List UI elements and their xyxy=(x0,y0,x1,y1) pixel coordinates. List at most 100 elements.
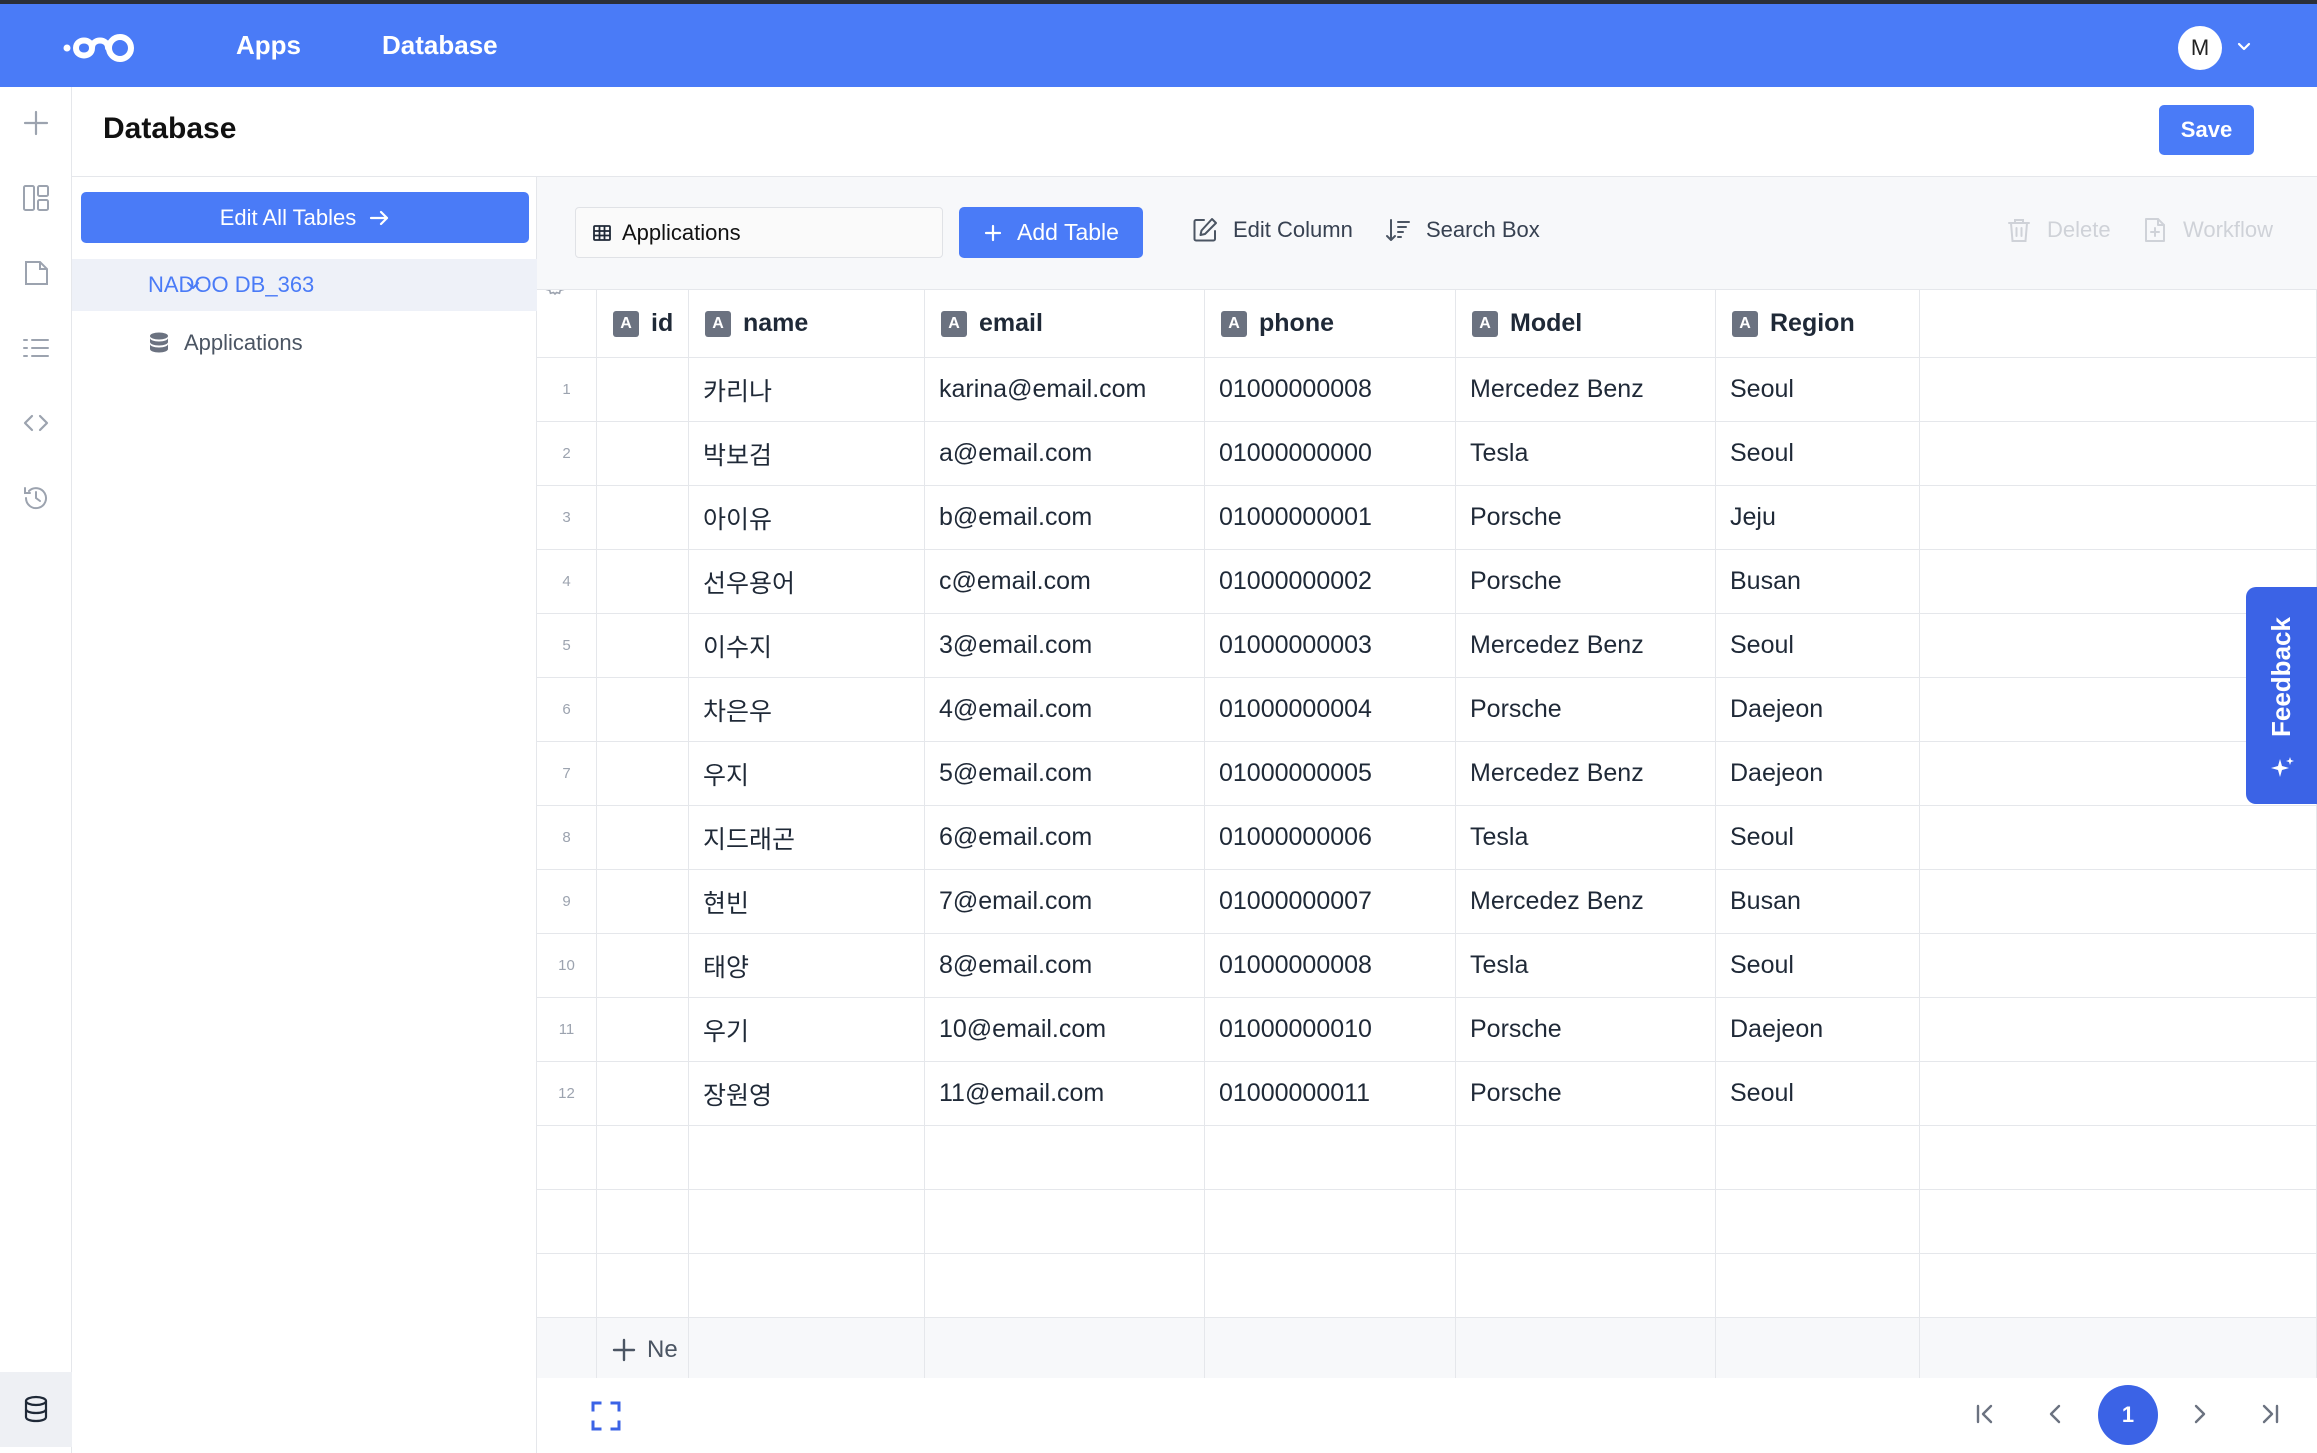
table-cell-region[interactable]: Seoul xyxy=(1716,1062,1920,1125)
history-icon[interactable] xyxy=(16,478,56,518)
table-cell-model[interactable]: Mercedez Benz xyxy=(1456,870,1716,933)
chevron-down-icon[interactable] xyxy=(184,276,202,294)
table-cell-id[interactable] xyxy=(597,998,689,1061)
plus-icon[interactable] xyxy=(16,103,56,143)
first-page-button[interactable] xyxy=(1965,1394,2005,1434)
fullscreen-icon[interactable] xyxy=(590,1400,622,1432)
table-cell-name[interactable]: 차은우 xyxy=(689,678,925,741)
table-cell-phone[interactable]: 01000000010 xyxy=(1205,998,1456,1061)
edit-all-tables-button[interactable]: Edit All Tables xyxy=(81,192,529,243)
table-cell-email[interactable]: 10@email.com xyxy=(925,998,1205,1061)
nav-apps[interactable]: Apps xyxy=(236,4,301,87)
table-cell-email[interactable]: 3@email.com xyxy=(925,614,1205,677)
column-header-model[interactable]: A Model xyxy=(1456,290,1716,357)
table-cell-id[interactable] xyxy=(597,678,689,741)
table-cell-region[interactable]: Seoul xyxy=(1716,934,1920,997)
table-cell-id[interactable] xyxy=(597,614,689,677)
table-cell-name[interactable]: 박보검 xyxy=(689,422,925,485)
workflow-button[interactable]: Workflow xyxy=(2141,216,2273,244)
table-cell-region[interactable]: Daejeon xyxy=(1716,742,1920,805)
column-header-region[interactable]: A Region xyxy=(1716,290,1920,357)
table-cell-model[interactable]: Tesla xyxy=(1456,806,1716,869)
table-cell-model[interactable]: Porsche xyxy=(1456,678,1716,741)
table-cell-id[interactable] xyxy=(597,486,689,549)
table-cell-email[interactable]: karina@email.com xyxy=(925,358,1205,421)
table-select[interactable]: Applications xyxy=(575,207,943,258)
table-cell-email[interactable]: a@email.com xyxy=(925,422,1205,485)
table-cell-phone[interactable]: 01000000006 xyxy=(1205,806,1456,869)
table-cell-model[interactable]: Porsche xyxy=(1456,550,1716,613)
code-icon[interactable] xyxy=(16,403,56,443)
edit-column-button[interactable]: Edit Column xyxy=(1191,216,1353,244)
table-cell-phone[interactable]: 01000000004 xyxy=(1205,678,1456,741)
last-page-button[interactable] xyxy=(2250,1394,2290,1434)
column-header-email[interactable]: Aemail xyxy=(925,290,1205,357)
table-cell-email[interactable]: 7@email.com xyxy=(925,870,1205,933)
database-icon[interactable] xyxy=(16,1389,56,1429)
table-cell-region[interactable]: Seoul xyxy=(1716,806,1920,869)
table-cell-model[interactable]: Tesla xyxy=(1456,934,1716,997)
column-header-id[interactable]: Aid xyxy=(597,290,689,357)
search-box-button[interactable]: Search Box xyxy=(1384,216,1540,244)
table-cell-name[interactable]: 이수지 xyxy=(689,614,925,677)
table-cell-region[interactable]: Daejeon xyxy=(1716,998,1920,1061)
avatar[interactable]: M xyxy=(2178,26,2222,70)
table-cell-region[interactable]: Jeju xyxy=(1716,486,1920,549)
dashboard-icon[interactable] xyxy=(16,178,56,218)
table-cell-id[interactable] xyxy=(597,550,689,613)
table-cell-id[interactable] xyxy=(597,358,689,421)
table-cell-model[interactable]: Tesla xyxy=(1456,422,1716,485)
list-icon[interactable] xyxy=(16,328,56,368)
table-cell-id[interactable] xyxy=(597,1062,689,1125)
table-cell-model[interactable]: Mercedez Benz xyxy=(1456,742,1716,805)
table-cell-region[interactable]: Busan xyxy=(1716,550,1920,613)
table-cell-name[interactable]: 태양 xyxy=(689,934,925,997)
next-page-button[interactable] xyxy=(2179,1394,2219,1434)
table-cell-id[interactable] xyxy=(597,806,689,869)
table-cell-region[interactable]: Daejeon xyxy=(1716,678,1920,741)
table-cell-id[interactable] xyxy=(597,742,689,805)
table-cell-name[interactable]: 현빈 xyxy=(689,870,925,933)
delete-button[interactable]: Delete xyxy=(2005,216,2111,244)
table-cell-email[interactable]: 5@email.com xyxy=(925,742,1205,805)
table-cell-model[interactable]: Porsche xyxy=(1456,486,1716,549)
table-cell-region[interactable]: Busan xyxy=(1716,870,1920,933)
chevron-down-icon[interactable] xyxy=(2234,36,2254,56)
table-cell-phone[interactable]: 01000000000 xyxy=(1205,422,1456,485)
document-icon[interactable] xyxy=(16,253,56,293)
table-cell-email[interactable]: 11@email.com xyxy=(925,1062,1205,1125)
table-cell-id[interactable] xyxy=(597,422,689,485)
database-tree-item[interactable]: NADOO DB_363 xyxy=(72,259,566,311)
sidebar-table-applications[interactable]: Applications xyxy=(148,330,303,356)
feedback-tab[interactable]: Feedback xyxy=(2246,587,2317,804)
table-cell-model[interactable]: Porsche xyxy=(1456,998,1716,1061)
table-cell-email[interactable]: 6@email.com xyxy=(925,806,1205,869)
new-row-button[interactable]: Ne xyxy=(597,1318,689,1381)
add-table-button[interactable]: Add Table xyxy=(959,207,1143,258)
logo-icon[interactable] xyxy=(62,30,152,66)
table-cell-model[interactable]: Mercedez Benz xyxy=(1456,614,1716,677)
table-cell-id[interactable] xyxy=(597,870,689,933)
table-cell-name[interactable]: 아이유 xyxy=(689,486,925,549)
table-cell-id[interactable] xyxy=(597,934,689,997)
table-cell-phone[interactable]: 01000000008 xyxy=(1205,934,1456,997)
nav-database[interactable]: Database xyxy=(382,4,498,87)
save-button[interactable]: Save xyxy=(2159,105,2254,155)
table-cell-region[interactable]: Seoul xyxy=(1716,358,1920,421)
table-cell-email[interactable]: b@email.com xyxy=(925,486,1205,549)
table-cell-phone[interactable]: 01000000001 xyxy=(1205,486,1456,549)
table-cell-region[interactable]: Seoul xyxy=(1716,422,1920,485)
table-cell-name[interactable]: 우기 xyxy=(689,998,925,1061)
table-cell-phone[interactable]: 01000000008 xyxy=(1205,358,1456,421)
table-cell-phone[interactable]: 01000000011 xyxy=(1205,1062,1456,1125)
table-cell-name[interactable]: 선우용어 xyxy=(689,550,925,613)
table-cell-name[interactable]: 장원영 xyxy=(689,1062,925,1125)
previous-page-button[interactable] xyxy=(2036,1394,2076,1434)
table-cell-email[interactable]: c@email.com xyxy=(925,550,1205,613)
table-cell-name[interactable]: 우지 xyxy=(689,742,925,805)
table-cell-phone[interactable]: 01000000003 xyxy=(1205,614,1456,677)
table-cell-phone[interactable]: 01000000007 xyxy=(1205,870,1456,933)
table-cell-name[interactable]: 지드래곤 xyxy=(689,806,925,869)
table-cell-phone[interactable]: 01000000002 xyxy=(1205,550,1456,613)
table-cell-email[interactable]: 4@email.com xyxy=(925,678,1205,741)
